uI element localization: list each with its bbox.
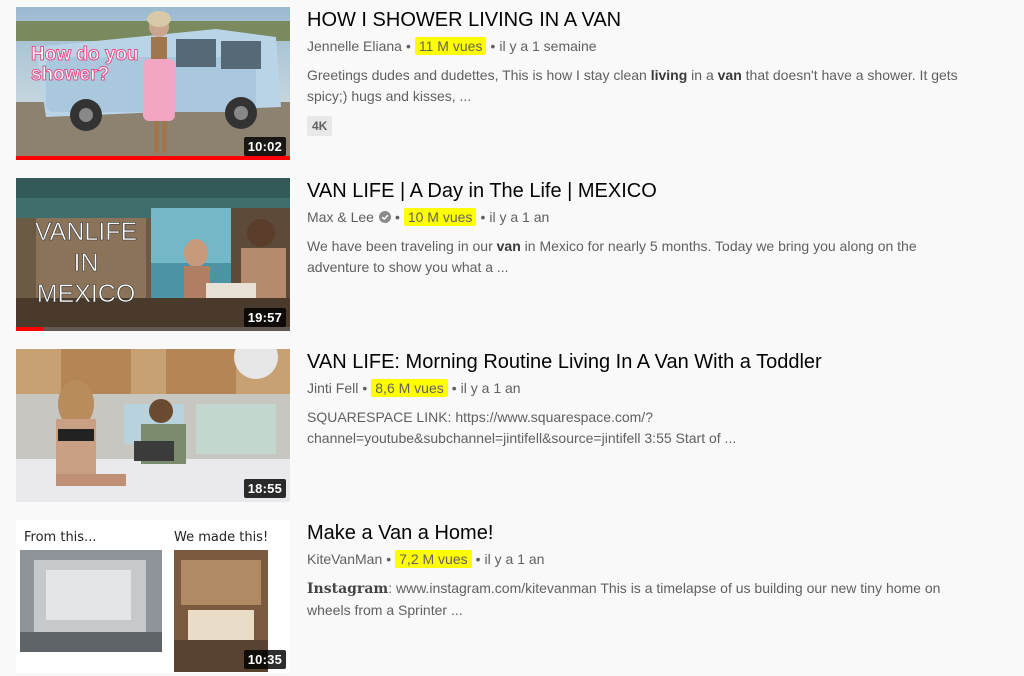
channel-name[interactable]: Max & Lee (307, 208, 374, 226)
video-duration: 10:02 (243, 137, 286, 156)
svg-text:MEXICO: MEXICO (37, 280, 136, 308)
video-description: SQUARESPACE LINK: https://www.squarespac… (307, 409, 737, 446)
svg-text:IN: IN (74, 249, 99, 277)
video-result[interactable]: VANLIFE IN MEXICO 19:57 VAN LIFE | A Day… (16, 178, 1016, 332)
separator-dot: • (362, 380, 368, 396)
thumbnail-caption: VANLIFE (35, 218, 137, 246)
video-duration: 10:35 (243, 650, 286, 669)
separator-dot: • (394, 209, 400, 225)
upload-age: il y a 1 an (484, 551, 545, 567)
upload-age: il y a 1 an (489, 209, 550, 225)
video-description: Greetings dudes and dudettes, This is ho… (307, 67, 958, 104)
channel-name[interactable]: KiteVanMan (307, 550, 382, 568)
channel-name[interactable]: Jennelle Eliana (307, 37, 402, 55)
video-title[interactable]: Make a Van a Home! (307, 520, 987, 546)
upload-age: il y a 1 semaine (499, 38, 597, 54)
view-count: 11 M vues (414, 37, 487, 55)
video-title[interactable]: HOW I SHOWER LIVING IN A VAN (307, 7, 987, 33)
view-count: 8,6 M vues (371, 379, 448, 397)
watch-progress-bar (16, 327, 44, 331)
video-thumbnail[interactable]: VANLIFE IN MEXICO 19:57 (16, 178, 290, 331)
video-duration: 19:57 (243, 308, 286, 327)
quality-badge: 4K (307, 116, 333, 136)
video-thumbnail[interactable]: How do you shower? 10:02 (16, 7, 290, 160)
video-description: Instagram: www.instagram.com/kitevanman … (307, 580, 941, 618)
svg-text:shower?: shower? (31, 64, 109, 85)
video-result[interactable]: From this... We made this! 10:35 Make a … (16, 520, 1016, 674)
watch-progress-track (16, 327, 290, 331)
video-thumbnail[interactable]: 18:55 (16, 349, 290, 502)
separator-dot: • (475, 551, 481, 567)
thumbnail-caption: How do you (31, 44, 139, 65)
channel-name[interactable]: Jinti Fell (307, 379, 358, 397)
video-duration: 18:55 (243, 479, 286, 498)
upload-age: il y a 1 an (460, 380, 521, 396)
video-result[interactable]: 18:55 VAN LIFE: Morning Routine Living I… (16, 349, 1016, 503)
view-count: 7,2 M vues (395, 550, 472, 568)
separator-dot: • (386, 551, 392, 567)
view-count: 10 M vues (403, 208, 477, 226)
verified-check-icon (378, 211, 391, 223)
thumbnail-left-caption: From this... (24, 530, 96, 545)
video-thumbnail[interactable]: From this... We made this! 10:35 (16, 520, 290, 673)
separator-dot: • (451, 380, 457, 396)
thumbnail-right-caption: We made this! (174, 530, 268, 545)
video-result[interactable]: How do you shower? 10:02 HOW I SHOWER LI… (16, 7, 1016, 161)
video-title[interactable]: VAN LIFE | A Day in The Life | MEXICO (307, 178, 987, 204)
separator-dot: • (405, 38, 411, 54)
video-description: We have been traveling in our van in Mex… (307, 238, 917, 275)
separator-dot: • (490, 38, 496, 54)
watch-progress-bar (16, 156, 290, 160)
separator-dot: • (480, 209, 486, 225)
video-title[interactable]: VAN LIFE: Morning Routine Living In A Va… (307, 349, 987, 375)
